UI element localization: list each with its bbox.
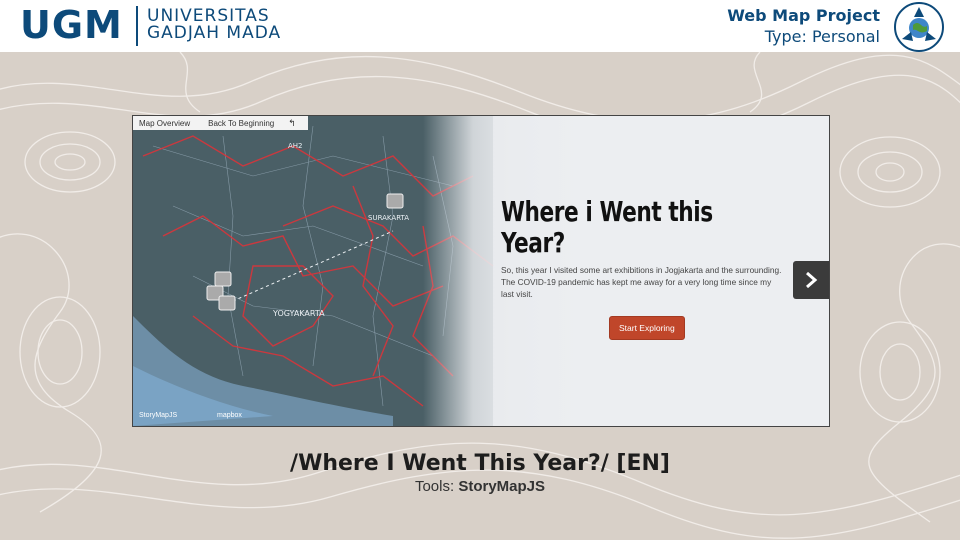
return-icon: ↰: [288, 117, 296, 128]
caption-title: /Where I Went This Year?/ [EN]: [290, 451, 670, 476]
chevron-right-icon: [806, 271, 818, 289]
slide-description: So, this year I visited some art exhibit…: [501, 265, 782, 299]
header-bar: UGM UNIVERSITAS GADJAH MADA Web Map Proj…: [0, 0, 960, 52]
caption: /Where I Went This Year?/ [EN] Tools: St…: [0, 450, 960, 496]
back-to-beginning-link[interactable]: Back To Beginning ↰: [196, 118, 308, 129]
next-slide-button[interactable]: [793, 261, 829, 299]
back-to-beginning-label: Back To Beginning: [208, 118, 275, 128]
storymap-embed[interactable]: YOGYAKARTA SURAKARTA AH2 Map Overview Ba…: [132, 115, 830, 427]
mapbox-credit[interactable]: mapbox: [217, 412, 242, 419]
emblem-icon: [894, 2, 944, 52]
storymap-nav-bar: Map Overview Back To Beginning ↰: [133, 116, 308, 130]
map-label-road: AH2: [288, 142, 303, 150]
university-line-2: GADJAH MADA: [147, 23, 282, 43]
tools-value: StoryMapJS: [458, 478, 546, 495]
tools-label: Tools:: [414, 478, 455, 495]
map-label-yogyakarta: YOGYAKARTA: [272, 309, 325, 318]
caption-tools: Tools: StoryMapJS: [0, 478, 960, 496]
logo-divider: [136, 6, 138, 46]
project-info: Web Map Project Type: Personal: [727, 6, 880, 48]
project-title: Web Map Project: [727, 6, 880, 25]
ugm-logo[interactable]: UGM: [20, 2, 123, 48]
slide-content: Where i Went this Year? So, this year I …: [501, 196, 791, 340]
slide-title: Where i Went this Year?: [501, 195, 713, 259]
start-exploring-button[interactable]: Start Exploring: [609, 316, 685, 340]
map-label-surakarta: SURAKARTA: [368, 214, 409, 222]
university-name: UNIVERSITAS GADJAH MADA: [147, 8, 281, 42]
project-type: Type: Personal: [764, 27, 880, 46]
map-overview-link[interactable]: Map Overview: [133, 119, 196, 128]
storymap-credit[interactable]: StoryMapJS: [139, 412, 177, 419]
